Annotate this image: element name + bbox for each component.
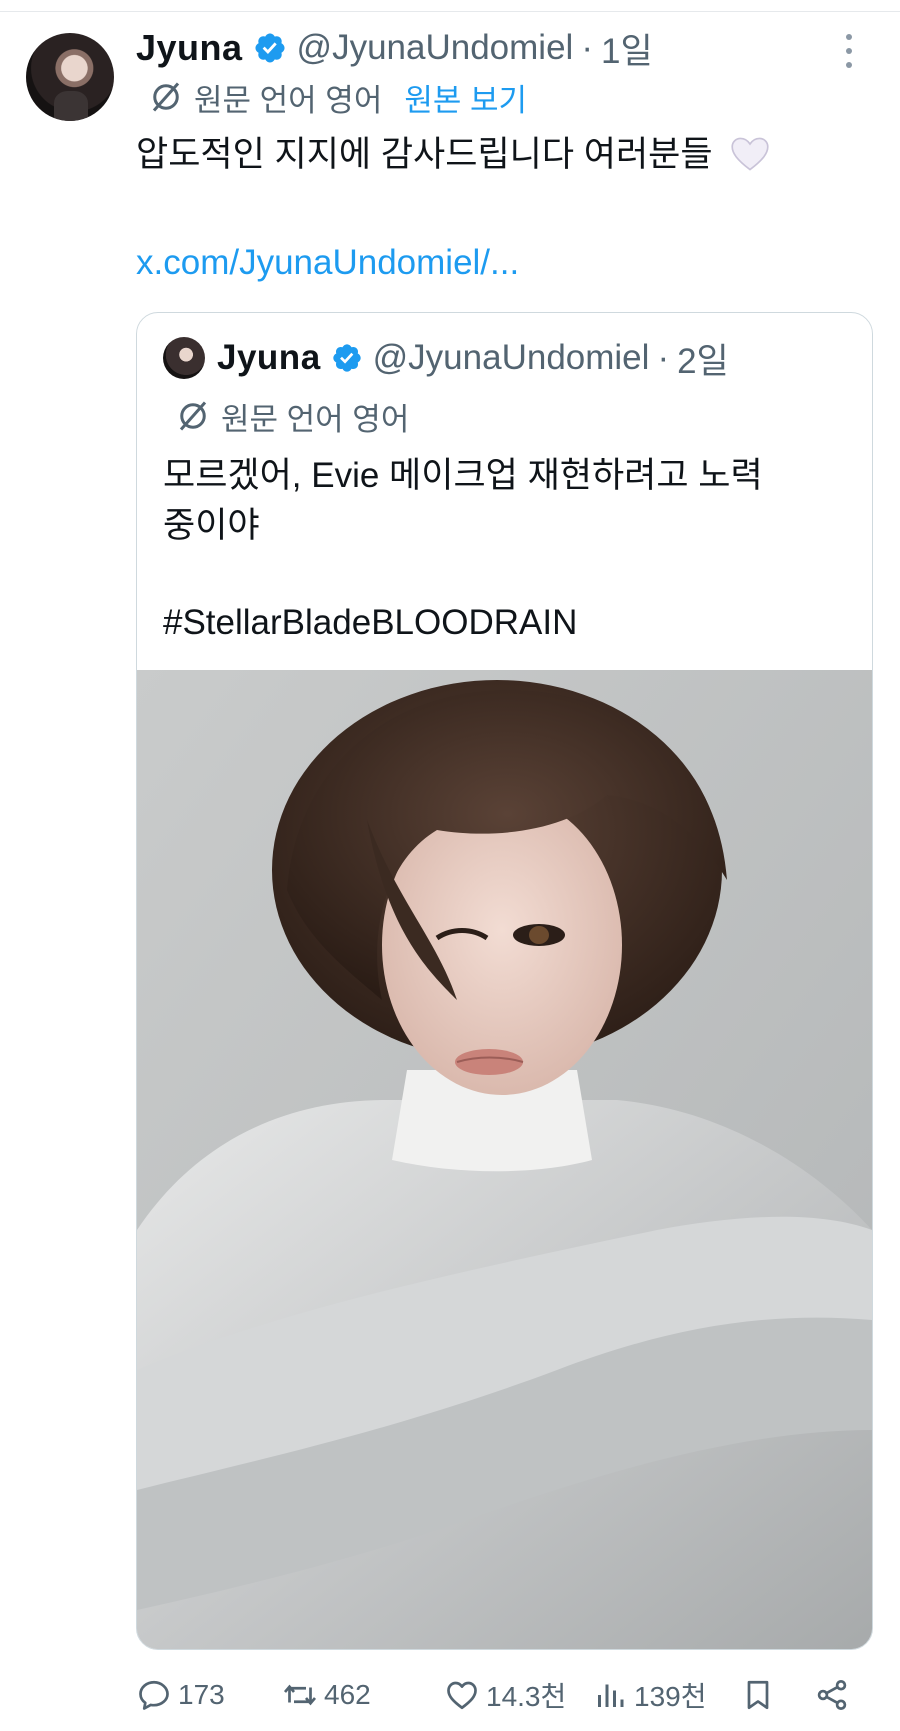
separator-dot: ·	[581, 28, 593, 67]
tweet-text-content: 압도적인 지지에 감사드립니다 여러분들	[136, 135, 713, 174]
translation-row: 원문 언어 영어 원본 보기	[148, 76, 527, 118]
reply-icon	[139, 1680, 169, 1710]
quoted-text-line: 중이야	[163, 506, 260, 545]
quoted-tweet-header: Jyuna @JyunaUndomiel · 2일	[217, 335, 729, 381]
verified-badge-icon	[332, 344, 361, 372]
more-icon[interactable]	[846, 34, 854, 68]
views-icon	[598, 1684, 624, 1707]
like-icon	[447, 1681, 477, 1710]
views-count: 139천	[634, 1681, 707, 1712]
author-name[interactable]: Jyuna	[136, 27, 243, 69]
tweet-link[interactable]: x.com/JyunaUndomiel/...	[136, 243, 519, 283]
repost-count: 462	[324, 1679, 371, 1710]
quoted-translation-note: 원문 언어 영어	[221, 401, 410, 437]
translate-icon	[179, 401, 207, 431]
bookmark-button[interactable]	[740, 1670, 776, 1720]
repost-icon	[283, 1684, 317, 1706]
quoted-translation-row: 원문 언어 영어	[175, 395, 409, 437]
quoted-author-name: Jyuna	[217, 338, 321, 377]
quoted-tweet-card[interactable]: Jyuna @JyunaUndomiel · 2일 원문 언어 영어 모르겠어,…	[136, 312, 873, 1650]
verified-badge-icon	[255, 33, 285, 63]
translation-note: 원문 언어 영어	[194, 82, 383, 118]
reply-button[interactable]: 173	[136, 1670, 225, 1720]
tweet-time[interactable]: 1일	[601, 23, 653, 74]
tweet-text: 압도적인 지지에 감사드립니다 여러분들	[136, 132, 770, 178]
show-original-link[interactable]: 원본 보기	[404, 75, 527, 120]
views-button[interactable]: 139천	[592, 1670, 706, 1720]
quoted-tweet-time: 2일	[677, 341, 729, 381]
quoted-text-line: 모르겠어, Evie 메이크업 재현하려고 노력	[163, 456, 763, 495]
quoted-photo[interactable]	[137, 670, 872, 1649]
top-divider	[0, 11, 900, 12]
bookmark-icon	[747, 1680, 769, 1710]
separator-dot: ·	[657, 338, 670, 377]
translate-icon	[152, 82, 180, 112]
author-avatar[interactable]	[26, 33, 114, 121]
like-button[interactable]: 14.3천	[444, 1670, 566, 1720]
quoted-hashtag: #StellarBladeBLOODRAIN	[163, 603, 578, 642]
like-count: 14.3천	[486, 1681, 567, 1712]
author-handle[interactable]: @JyunaUndomiel	[297, 28, 574, 68]
share-icon	[817, 1680, 847, 1710]
white-heart-emoji	[731, 137, 769, 171]
tweet-actions: 173 462 14.3천 139천	[136, 1670, 876, 1720]
quoted-author-handle: @JyunaUndomiel	[372, 338, 650, 377]
quoted-tweet-text: 모르겠어, Evie 메이크업 재현하려고 노력 중이야	[163, 451, 853, 551]
reply-count: 173	[178, 1679, 225, 1710]
tweet-header: Jyuna @JyunaUndomiel · 1일	[136, 26, 653, 71]
repost-button[interactable]: 462	[282, 1670, 371, 1720]
share-button[interactable]	[814, 1670, 850, 1720]
quoted-author-avatar	[163, 337, 205, 379]
